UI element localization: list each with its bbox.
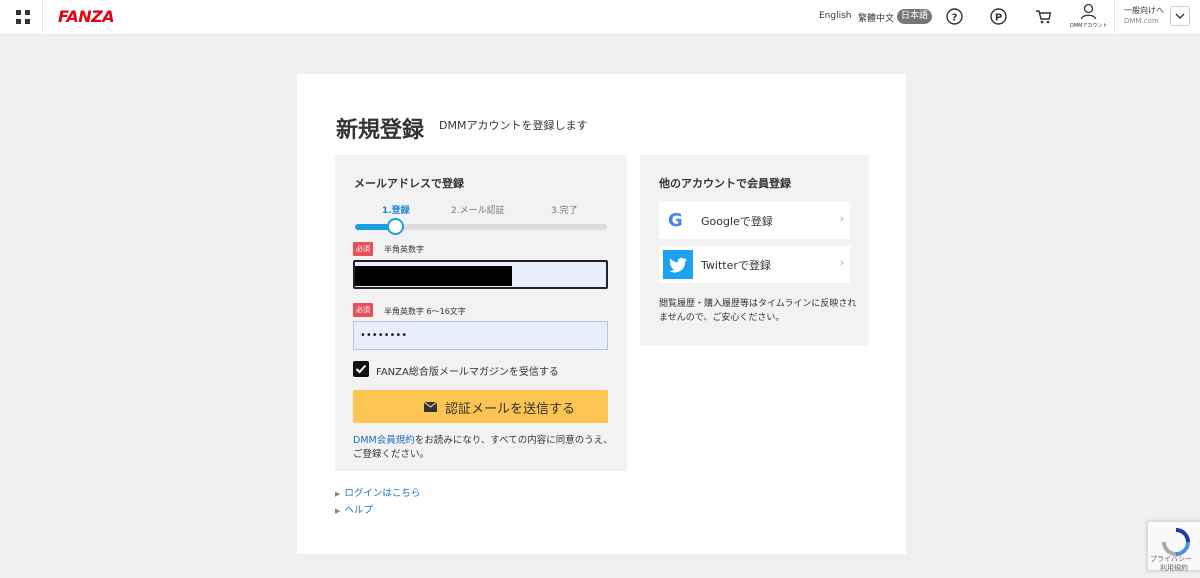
redacted-email: [355, 266, 512, 286]
login-link[interactable]: ▶ ログインはこちら: [335, 485, 420, 499]
caret-right-icon: ▶: [335, 490, 341, 498]
site-switch-dropdown[interactable]: [1170, 6, 1190, 26]
login-link-label: ログインはこちら: [344, 488, 421, 499]
account-label[interactable]: DMMアカウント: [1070, 22, 1107, 29]
help-icon[interactable]: ?: [946, 8, 963, 25]
recaptcha-icon: [1162, 528, 1190, 556]
twitter-icon: [663, 250, 693, 279]
checkmark-icon: [355, 364, 367, 374]
required-badge: 必須: [353, 303, 373, 317]
twitter-bird-icon: [669, 257, 687, 273]
privacy-note: 閲覧履歴・購入履歴等はタイムラインに反映されませんので、ご安心ください。: [659, 299, 857, 323]
recaptcha-terms[interactable]: 利用規約: [1160, 564, 1188, 572]
progress-knob: [387, 218, 404, 235]
chevron-right-icon: ›: [839, 212, 844, 225]
password-field[interactable]: ••••••••: [353, 321, 608, 350]
twitter-register-label: Twitterで登録: [701, 259, 771, 272]
account-icon[interactable]: [1080, 3, 1097, 20]
page-title: 新規登録: [336, 118, 425, 143]
email-hint: 半角英数字: [384, 245, 424, 254]
newsletter-label[interactable]: FANZA総合版メールマガジンを受信する: [376, 363, 559, 378]
points-icon[interactable]: P: [990, 8, 1007, 25]
svg-text:?: ?: [952, 13, 958, 24]
terms-link[interactable]: DMM会員規約: [353, 435, 415, 446]
top-bar: FANZA English 繁體中文 日本語 ? P DMMアカウント 一般向け…: [0, 0, 1200, 35]
help-link-label: ヘルプ: [344, 505, 373, 516]
send-verification-label: 認証メールを送信する: [445, 402, 576, 417]
recaptcha-links[interactable]: プライバシー 利用規約: [1150, 555, 1192, 573]
other-accounts-panel: 他のアカウントで会員登録 G Googleで登録 › Twitterで登録 › …: [640, 155, 869, 346]
other-accounts-heading: 他のアカウントで会員登録: [659, 177, 791, 190]
registration-card: 新規登録 DMMアカウントを登録します メールアドレスで登録 1.登録 2.メー…: [297, 74, 906, 554]
step-complete: 3.完了: [551, 206, 578, 216]
svg-text:P: P: [995, 13, 1002, 24]
email-registration-heading: メールアドレスで登録: [354, 177, 464, 190]
chevron-right-icon: ›: [839, 256, 844, 269]
chevron-down-icon: [1175, 13, 1185, 19]
send-verification-button[interactable]: 認証メールを送信する: [353, 390, 608, 423]
site-switch[interactable]: 一般向けへ DMM.com: [1124, 5, 1164, 27]
fanza-logo[interactable]: FANZA: [58, 7, 115, 26]
terms-notice: DMM会員規約をお読みになり、すべての内容に同意のうえ、ご登録ください。: [353, 434, 613, 462]
password-hint: 半角英数字 6〜16文字: [384, 307, 466, 316]
site-switch-main: 一般向けへ: [1124, 6, 1164, 15]
lang-english-link[interactable]: English: [819, 11, 852, 21]
lang-japanese-link[interactable]: 日本語: [897, 9, 933, 24]
google-icon: G: [668, 210, 683, 231]
menu-grid-icon[interactable]: [16, 10, 30, 24]
header-divider: [1114, 0, 1115, 35]
step-register: 1.登録: [382, 206, 410, 216]
twitter-register-button[interactable]: Twitterで登録 ›: [659, 246, 850, 283]
mail-icon: [424, 402, 437, 412]
site-switch-sub: DMM.com: [1124, 17, 1159, 25]
caret-right-icon: ▶: [335, 507, 341, 515]
recaptcha-privacy[interactable]: プライバシー: [1150, 555, 1192, 563]
required-badge: 必須: [353, 242, 373, 256]
page-subtitle: DMMアカウントを登録します: [439, 119, 588, 132]
google-register-button[interactable]: G Googleで登録 ›: [659, 202, 850, 239]
header-divider: [42, 0, 43, 35]
newsletter-checkbox[interactable]: [353, 361, 369, 377]
step-email-verify: 2.メール認証: [451, 206, 505, 216]
email-registration-panel: メールアドレスで登録 1.登録 2.メール認証 3.完了 必須 半角英数字 必須…: [335, 155, 627, 471]
google-register-label: Googleで登録: [701, 215, 773, 228]
help-link[interactable]: ▶ ヘルプ: [335, 502, 373, 516]
lang-chinese-link[interactable]: 繁體中文: [858, 11, 894, 24]
cart-icon[interactable]: [1035, 8, 1052, 25]
